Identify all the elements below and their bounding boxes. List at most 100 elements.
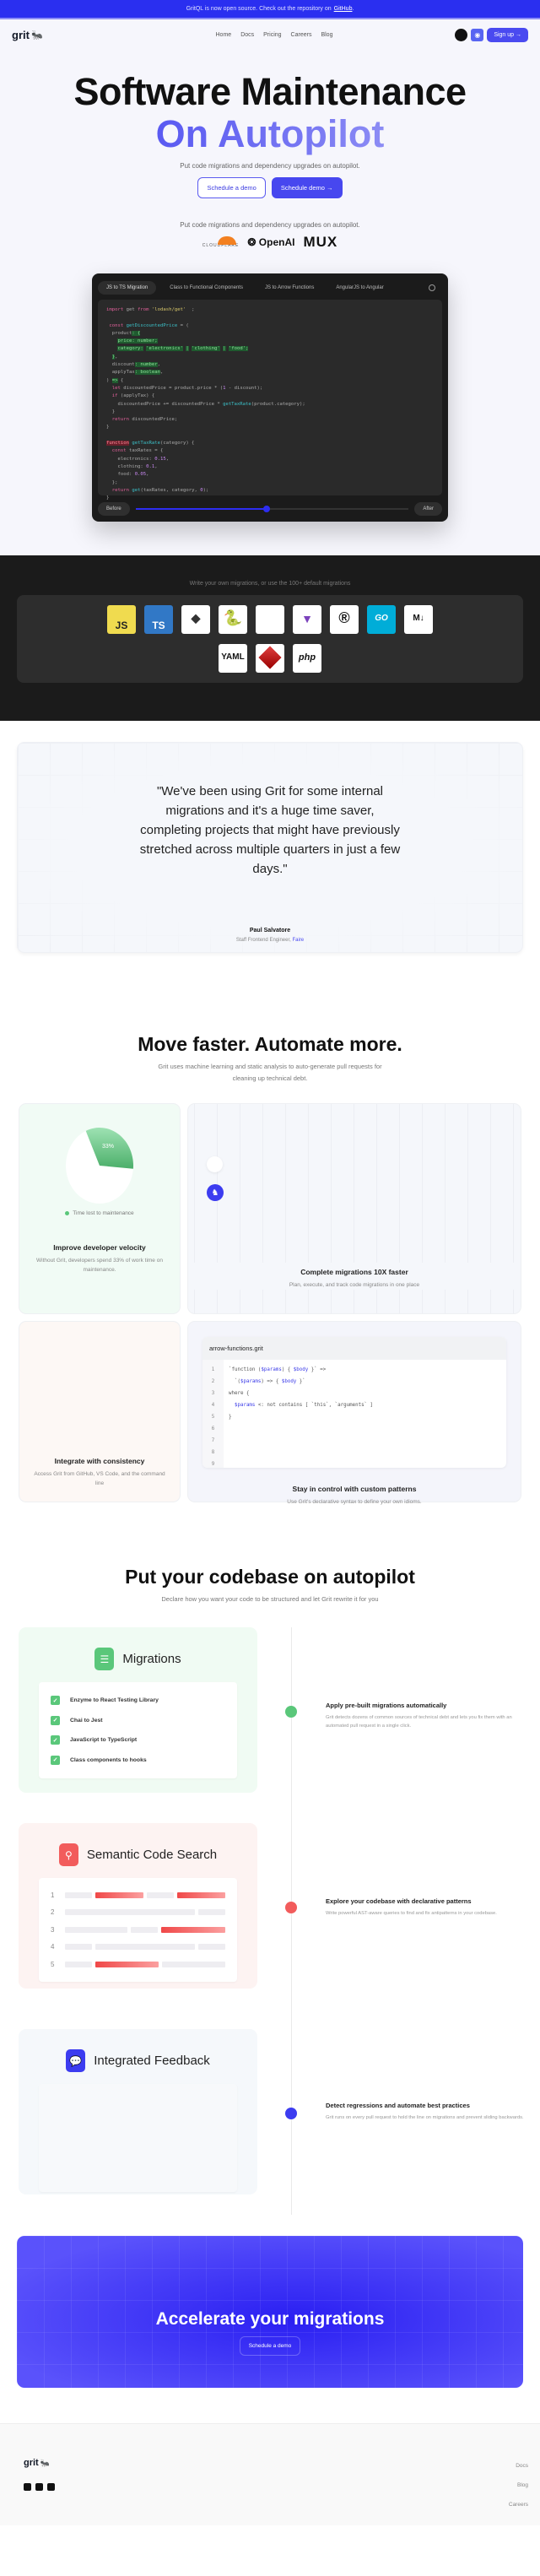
legend-label: Time lost to maintenance xyxy=(73,1210,134,1216)
discord-icon[interactable] xyxy=(47,2483,55,2491)
grit-bug-icon: 🐜 xyxy=(30,30,43,41)
footer-logo[interactable]: grit 🐜 xyxy=(24,2458,516,2468)
tab-js-to-arrow[interactable]: JS to Arrow Functions xyxy=(256,281,322,295)
pie-label: 33% xyxy=(102,1144,114,1150)
php-icon: php xyxy=(293,644,321,673)
timeline-row-feedback: 💬 Integrated Feedback Detect regressions … xyxy=(0,2019,540,2215)
timeline-row-migrations: ☰ Migrations ✓ Enzyme to React Testing Lib… xyxy=(0,1627,540,1823)
features-section: Move faster. Automate more. Grit uses ma… xyxy=(0,974,540,1505)
migrations-card-title: Migrations xyxy=(122,1652,181,1666)
custom-patterns-desc: Use Grit's declarative syntax to define … xyxy=(287,1499,422,1505)
company-link[interactable]: Faire xyxy=(292,938,304,943)
grit-avatar-icon: ♞ xyxy=(207,1184,224,1201)
pie-legend: Time lost to maintenance xyxy=(19,1210,180,1216)
nav-link-careers[interactable]: Careers xyxy=(291,32,312,38)
tab-class-to-functional[interactable]: Class to Functional Components xyxy=(161,281,251,295)
nav-link-docs[interactable]: Docs xyxy=(240,32,254,38)
line-numbers: 1 2 3 4 5 6 7 8 9 xyxy=(202,1360,224,1468)
logo-text: grit xyxy=(12,29,30,41)
footer-link-blog[interactable]: Blog xyxy=(509,2476,528,2495)
checkbox-checked-icon[interactable]: ✓ xyxy=(51,1715,60,1725)
step-2-desc: Write powerful AST-aware queries to find… xyxy=(326,1911,497,1916)
feedback-card: 💬 Integrated Feedback xyxy=(19,2029,257,2194)
banner-github-link[interactable]: GitHub xyxy=(334,6,353,12)
typescript-icon: TS xyxy=(144,605,173,634)
migrations-desc: Plan, execute, and track code migrations… xyxy=(289,1282,420,1288)
feature-card-custom-patterns: arrow-functions.grit 1 2 3 4 5 6 7 8 9 `function… xyxy=(187,1321,521,1505)
line-number: 6 xyxy=(211,1426,215,1431)
testimonial-role: Staff Frontend Engineer, Faire xyxy=(18,938,522,943)
migration-list: ✓ Enzyme to React Testing Library ✓ Chai t… xyxy=(39,1682,237,1778)
discord-icon[interactable]: ◉ xyxy=(471,29,484,41)
navbar: grit 🐜 Home Docs Pricing Careers Blog ◉ S… xyxy=(0,19,540,51)
yaml-icon: YAML xyxy=(219,644,247,673)
nav-link-home[interactable]: Home xyxy=(216,32,232,38)
openai-logo: ❂ OpenAI xyxy=(247,236,294,248)
nav-link-blog[interactable]: Blog xyxy=(321,32,332,38)
checkbox-checked-icon[interactable]: ✓ xyxy=(51,1755,60,1765)
slider-handle[interactable] xyxy=(263,506,271,512)
autopilot-section: Put your codebase on autopilot Declare h… xyxy=(0,1502,540,2215)
step-1-title: Apply pre-built migrations automatically xyxy=(326,1702,447,1709)
signup-button[interactable]: Sign up → xyxy=(487,28,528,42)
step-3: Detect regressions and automate best pra… xyxy=(326,2102,528,2122)
before-button[interactable]: Before xyxy=(98,502,130,516)
migration-item[interactable]: ✓ Class components to hooks xyxy=(51,1751,225,1771)
line-number: 3 xyxy=(211,1391,215,1396)
migration-item[interactable]: ✓ Chai to Jest xyxy=(51,1711,225,1731)
checkbox-checked-icon[interactable]: ✓ xyxy=(51,1696,60,1706)
banner-text: GritQL is now open source. Check out the… xyxy=(186,6,332,12)
social-links xyxy=(24,2483,516,2491)
grit-bug-icon: 🐜 xyxy=(40,2458,50,2467)
line-number: 2 xyxy=(211,1379,215,1384)
features-grid: 33% Time lost to maintenance Improve dev… xyxy=(0,1103,540,1505)
migration-label: Enzyme to React Testing Library xyxy=(70,1697,159,1704)
features-subtitle: Grit uses machine learning and static an… xyxy=(158,1063,382,1082)
editor-filename: arrow-functions.grit xyxy=(202,1337,506,1360)
line-number: 8 xyxy=(211,1450,215,1455)
blank-language-icon xyxy=(256,605,284,634)
editor-code[interactable]: `function ($params) { $body }` => `($par… xyxy=(224,1360,373,1468)
migration-item[interactable]: ✓ Enzyme to React Testing Library xyxy=(51,1691,225,1711)
footer-link-docs[interactable]: Docs xyxy=(509,2456,528,2476)
row-number: 1 xyxy=(51,1891,55,1899)
slider-track[interactable] xyxy=(135,506,409,512)
feedback-card-title: Integrated Feedback xyxy=(94,2054,210,2068)
search-row: 1 xyxy=(51,1886,226,1904)
linkedin-icon[interactable] xyxy=(35,2483,43,2491)
timeline-dot-red xyxy=(285,1902,297,1913)
github-icon[interactable] xyxy=(455,29,468,41)
cta-title: Accelerate your migrations xyxy=(155,2309,385,2329)
timeline-dot-blue xyxy=(285,2108,297,2119)
schedule-a-demo-button[interactable]: Schedule a demo xyxy=(197,177,266,198)
go-icon: GO xyxy=(367,605,396,634)
rust-icon: ® xyxy=(330,605,359,634)
migration-item[interactable]: ✓ JavaScript to TypeScript xyxy=(51,1730,225,1751)
cta-card: Accelerate your migrations Schedule a de… xyxy=(17,2236,523,2388)
openai-icon: ❂ xyxy=(247,236,256,248)
after-button[interactable]: After xyxy=(414,502,442,516)
cta-schedule-demo-button[interactable]: Schedule a demo xyxy=(239,2336,301,2356)
twitter-icon[interactable] xyxy=(24,2483,31,2491)
schedule-demo-button[interactable]: Schedule demo → xyxy=(271,177,343,198)
footer-links: Docs Blog Careers xyxy=(509,2456,528,2514)
tab-angularjs-to-angular[interactable]: AngularJS to Angular xyxy=(327,281,392,295)
footer-link-careers[interactable]: Careers xyxy=(509,2495,528,2514)
nav-link-pricing[interactable]: Pricing xyxy=(263,32,281,38)
tab-js-to-ts[interactable]: JS to TS Migration xyxy=(98,281,157,295)
checkbox-checked-icon[interactable]: ✓ xyxy=(51,1735,60,1745)
ruby-icon xyxy=(256,644,284,673)
maintenance-pie-chart: 33% xyxy=(66,1128,133,1204)
migration-label: Class components to hooks xyxy=(70,1756,147,1763)
hero-title-accent: On Autopilot xyxy=(0,113,540,155)
testimonial-card: "We've been using Grit for some internal… xyxy=(17,742,523,953)
openai-text: OpenAI xyxy=(258,236,295,248)
search-icon: ⚲ xyxy=(58,1843,78,1866)
terraform-icon: ▼ xyxy=(293,605,321,634)
logo[interactable]: grit 🐜 xyxy=(12,29,43,41)
grit-editor: arrow-functions.grit 1 2 3 4 5 6 7 8 9 `function… xyxy=(202,1337,506,1468)
before-after-slider: Before After xyxy=(98,502,442,516)
logos-caption: Put code migrations and dependency upgra… xyxy=(180,221,360,229)
info-icon[interactable] xyxy=(429,284,435,291)
javascript-icon: JS xyxy=(107,605,136,634)
